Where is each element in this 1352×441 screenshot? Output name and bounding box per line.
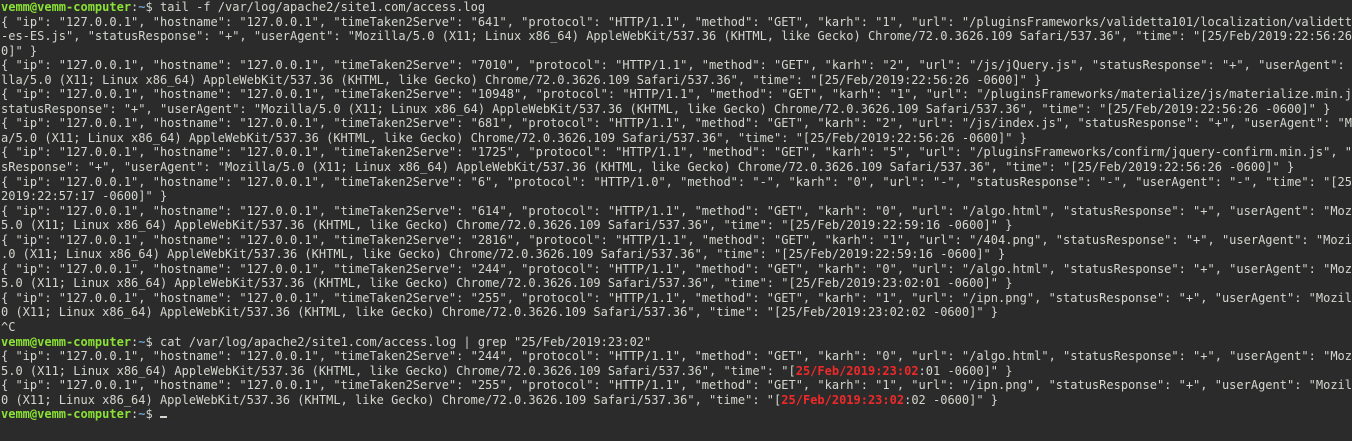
log-output-line: 0 (X11; Linux x86_64) AppleWebKit/537.36…	[1, 305, 998, 320]
grep-match-highlight: 25/Feb/2019:23:02	[781, 392, 905, 407]
grep-output-line: { "ip": "127.0.0.1", "hostname": "127.0.…	[1, 378, 1352, 393]
log-output-line: { "ip": "127.0.0.1", "hostname": "127.0.…	[1, 116, 1352, 131]
log-output-line: { "ip": "127.0.0.1", "hostname": "127.0.…	[1, 87, 1352, 102]
command-grep: cat /var/log/apache2/site1.com/access.lo…	[159, 334, 652, 349]
terminal-window[interactable]: vemm@vemm-computer:~$ tail -f /var/log/a…	[0, 0, 1352, 441]
prompt-line-current[interactable]: vemm@vemm-computer:~$	[1, 407, 1352, 422]
grep-output-line: 0 (X11; Linux x86_64) AppleWebKit/537.36…	[1, 393, 1352, 408]
log-output-line: 0]" }	[1, 43, 38, 58]
log-output-line: lla/5.0 (X11; Linux x86_64) AppleWebKit/…	[1, 72, 1042, 87]
interrupt-line: ^C	[1, 320, 16, 335]
text-cursor	[159, 416, 167, 419]
log-output-line: { "ip": "127.0.0.1", "hostname": "127.0.…	[1, 58, 1352, 73]
log-output-line: sResponse": "+", "userAgent": "Mozilla/5…	[1, 160, 1295, 175]
log-output-line: statusResponse": "+", "userAgent": "Mozi…	[1, 101, 1331, 116]
prompt-path: ~	[138, 407, 146, 422]
tail-output: { "ip": "127.0.0.1", "hostname": "127.0.…	[1, 15, 1352, 320]
log-output-line: { "ip": "127.0.0.1", "hostname": "127.0.…	[1, 232, 1352, 247]
prompt-symbol: $	[145, 407, 160, 422]
grep-output-line: 5.0 (X11; Linux x86_64) AppleWebKit/537.…	[1, 364, 1352, 379]
log-output-line: a/5.0 (X11; Linux x86_64) AppleWebKit/53…	[1, 130, 1027, 145]
log-output-line: { "ip": "127.0.0.1", "hostname": "127.0.…	[1, 203, 1352, 218]
log-output-line: { "ip": "127.0.0.1", "hostname": "127.0.…	[1, 290, 1352, 305]
log-output-line: 2019:22:57:17 -0600]" }	[1, 189, 168, 204]
prompt-path: ~	[138, 334, 146, 349]
log-output-line: 5.0 (X11; Linux x86_64) AppleWebKit/537.…	[1, 218, 1013, 233]
command-tail: tail -f /var/log/apache2/site1.com/acces…	[159, 0, 486, 14]
log-output-line: .0 (X11; Linux x86_64) AppleWebKit/537.3…	[1, 247, 1006, 262]
prompt-path: ~	[138, 0, 146, 14]
grep-output-line: { "ip": "127.0.0.1", "hostname": "127.0.…	[1, 349, 1352, 364]
prompt-user-host: vemm@vemm-computer	[1, 334, 132, 349]
grep-text: 5.0 (X11; Linux x86_64) AppleWebKit/537.…	[1, 363, 796, 378]
prompt-line-grep: vemm@vemm-computer:~$ cat /var/log/apach…	[1, 335, 1352, 350]
grep-text: 0 (X11; Linux x86_64) AppleWebKit/537.36…	[1, 392, 782, 407]
log-output-line: 5.0 (X11; Linux x86_64) AppleWebKit/537.…	[1, 276, 1013, 291]
grep-match-highlight: 25/Feb/2019:23:02	[795, 363, 919, 378]
log-output-line: { "ip": "127.0.0.1", "hostname": "127.0.…	[1, 261, 1352, 276]
prompt-line-tail: vemm@vemm-computer:~$ tail -f /var/log/a…	[1, 0, 1352, 15]
prompt-user-host: vemm@vemm-computer	[1, 407, 132, 422]
prompt-symbol: $	[145, 0, 160, 14]
log-output-line: { "ip": "127.0.0.1", "hostname": "127.0.…	[1, 14, 1352, 29]
grep-text: :01 -0600]" }	[918, 363, 1013, 378]
grep-text: :02 -0600]" }	[904, 392, 999, 407]
log-output-line: { "ip": "127.0.0.1", "hostname": "127.0.…	[1, 174, 1352, 189]
prompt-user-host: vemm@vemm-computer	[1, 0, 132, 14]
log-output-line: { "ip": "127.0.0.1", "hostname": "127.0.…	[1, 145, 1352, 160]
log-output-line: -es-ES.js", "statusResponse": "+", "user…	[1, 29, 1352, 44]
prompt-symbol: $	[145, 334, 160, 349]
